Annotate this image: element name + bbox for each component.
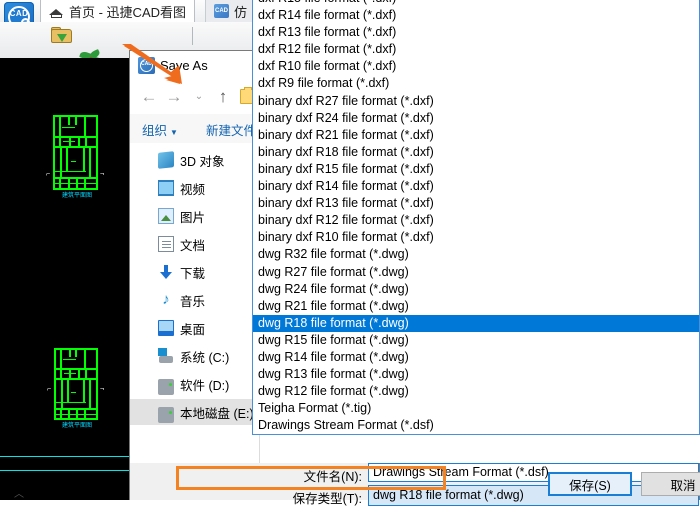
dropdown-item[interactable]: Drawings Stream Format (*.dsf) [253,417,699,434]
dropdown-item[interactable]: binary dxf R27 file format (*.dxf) [253,93,699,110]
sidebar-label: 3D 对象 [180,155,225,169]
cad-logo-text: CAD [9,9,29,18]
tab-home[interactable]: 首页 - 迅捷CAD看图 [40,0,196,22]
sidebar-label: 本地磁盘 (E:) [180,407,254,421]
dropdown-item[interactable]: binary dxf R13 file format (*.dxf) [253,195,699,212]
dropdown-item[interactable]: dwg R14 file format (*.dwg) [253,349,699,366]
organize-button[interactable]: 组织 ▼ [142,120,178,139]
dropdown-item[interactable]: Teigha Format (*.tig) [253,400,699,417]
tab-secondary[interactable]: CAD 仿 [205,0,256,22]
recent-locations-icon[interactable]: ⌄ [188,86,210,108]
dropdown-item[interactable]: binary dxf R15 file format (*.dxf) [253,161,699,178]
sidebar-item-3d-objects[interactable]: 3D 对象 [130,147,259,173]
dropdown-item[interactable]: dwg R24 file format (*.dwg) [253,281,699,298]
dropdown-item[interactable]: dwg R18 file format (*.dwg) [253,314,699,332]
dropdown-item[interactable]: dwg R21 file format (*.dwg) [253,298,699,315]
sidebar-item-pictures[interactable]: 图片 [130,203,259,229]
forward-icon[interactable]: → [163,86,185,108]
back-icon[interactable]: ← [138,86,160,108]
sidebar-label: 系统 (C:) [180,351,230,365]
sidebar-item-desktop[interactable]: 桌面 [130,315,259,341]
hide-folders-toggle[interactable]: ︿ 隐藏文件夹 [14,482,93,501]
sidebar-item-music[interactable]: ♪ 音乐 [130,287,259,313]
cad-mini-icon: CAD [214,4,229,18]
cancel-button[interactable]: 取消 [641,472,700,496]
sidebar-label: 下载 [180,267,206,281]
save-button[interactable]: 保存(S) [548,472,632,496]
dropdown-item[interactable]: dxf R13 file format (*.dxf) [253,24,699,41]
documents-icon [158,236,174,252]
desktop-icon [158,320,174,336]
chevron-up-icon: ︿ [14,489,24,500]
drawing-marker-left-top: ⌐ [46,171,51,178]
dropdown-item[interactable]: binary dxf R12 file format (*.dxf) [253,212,699,229]
sidebar-item-documents[interactable]: 文档 [130,231,259,257]
sidebar-label: 视频 [180,183,206,197]
sidebar-item-downloads[interactable]: 下载 [130,259,259,285]
dropdown-item[interactable]: dxf R9 file format (*.dxf) [253,75,699,92]
file-type-dropdown-list[interactable]: dxf R15 file format (*.dxf)dxf R14 file … [252,0,700,436]
dropdown-item[interactable]: binary dxf R14 file format (*.dxf) [253,178,699,195]
drawing-marker-right-bottom: ¬ [100,386,105,393]
dropdown-item[interactable]: dwg R27 file format (*.dwg) [253,264,699,281]
music-icon: ♪ [162,291,170,308]
sidebar-label: 桌面 [180,323,206,337]
sidebar-item-local-disk-e[interactable]: 本地磁盘 (E:) [130,399,259,425]
drive-icon [158,407,174,423]
sidebar-item-system-drive[interactable]: 系统 (C:) [130,343,259,369]
floor-plan-drawing-top [53,115,98,190]
tab-home-label: 首页 - 迅捷CAD看图 [69,4,187,20]
3d-objects-icon [158,151,174,169]
dropdown-item[interactable]: dwg R13 file format (*.dwg) [253,366,699,383]
dropdown-item[interactable]: dxf R10 file format (*.dxf) [253,58,699,75]
downloads-icon [158,264,174,280]
sidebar-label: 图片 [180,211,206,225]
up-one-level-icon[interactable]: ↑ [212,86,234,108]
toolbar-divider [192,27,193,45]
file-type-highlight-box [176,466,446,490]
organize-label: 组织 [142,124,168,138]
dropdown-item[interactable]: dxf R15 file format (*.dxf) [253,0,699,7]
system-drive-icon [158,348,174,364]
save-as-sidebar: 3D 对象 视频 图片 文档 下载 ♪ 音乐 桌面 系统 (C:) 软件 (D:… [130,143,259,463]
dropdown-item[interactable]: dxf R14 file format (*.dxf) [253,7,699,24]
dropdown-item[interactable]: dwg R12 file format (*.dwg) [253,383,699,400]
hide-folders-label: 隐藏文件夹 [30,486,93,500]
dropdown-item[interactable]: dwg R32 file format (*.dwg) [253,246,699,263]
drive-icon [158,379,174,395]
dropdown-item[interactable]: dwg R15 file format (*.dwg) [253,332,699,349]
dropdown-item[interactable]: binary dxf R21 file format (*.dxf) [253,127,699,144]
chevron-down-icon: ▼ [170,128,178,137]
home-icon [49,5,64,18]
dropdown-item[interactable]: binary dxf R24 file format (*.dxf) [253,110,699,127]
pictures-icon [158,208,174,224]
sidebar-label: 文档 [180,239,206,253]
sidebar-label: 音乐 [180,295,206,309]
dropdown-item[interactable]: binary dxf R18 file format (*.dxf) [253,144,699,161]
dropdown-item[interactable]: dxf R12 file format (*.dxf) [253,41,699,58]
floor-plan-drawing-bottom [54,348,98,420]
videos-icon [158,180,174,196]
sidebar-label: 软件 (D:) [180,379,230,393]
drawing-marker-right-top: ¬ [100,171,105,178]
drawing-title-top: 建筑平面图 [62,193,93,199]
sidebar-item-software-drive[interactable]: 软件 (D:) [130,371,259,397]
file-type-label: 保存类型(T): [292,492,362,506]
sidebar-item-videos[interactable]: 视频 [130,175,259,201]
canvas-divider-line-1 [0,456,129,457]
drawing-title-bottom: 建筑平面图 [62,423,93,429]
drawing-marker-left-bottom: ⌐ [47,386,52,393]
open-folder-icon[interactable] [50,24,74,48]
canvas-divider-line-2 [0,470,129,471]
tab-secondary-label: 仿 [234,4,248,20]
dropdown-item[interactable]: binary dxf R10 file format (*.dxf) [253,229,699,246]
annotation-arrow [122,44,182,84]
